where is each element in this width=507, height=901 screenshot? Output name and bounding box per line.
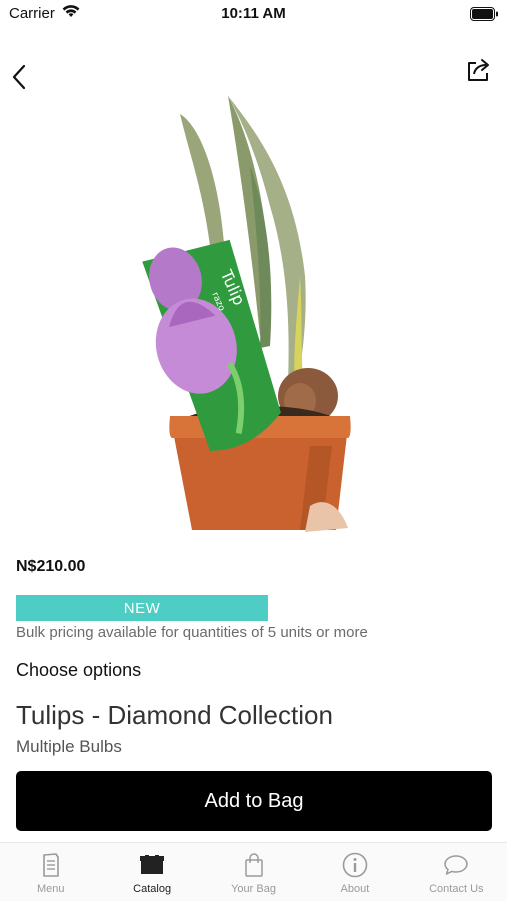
tab-label: Menu	[36, 883, 65, 895]
clock: 10:11 AM	[221, 5, 286, 22]
chevron-left-icon	[11, 63, 27, 96]
tab-label: Contact Us	[429, 883, 484, 895]
product-title: Tulips - Diamond Collection	[16, 700, 333, 730]
menu-book-icon	[38, 852, 64, 878]
tab-catalog[interactable]: Catalog	[101, 843, 202, 901]
new-badge: NEW	[16, 595, 268, 621]
choose-options-link[interactable]: Choose options	[16, 660, 141, 681]
bulk-pricing-note: Bulk pricing available for quantities of…	[16, 624, 368, 641]
tab-contact-us[interactable]: Contact Us	[406, 843, 507, 901]
tab-label: Catalog	[133, 883, 172, 895]
chat-bubble-icon	[443, 852, 469, 878]
info-icon	[342, 852, 368, 878]
product-image: Tulip razo	[100, 66, 400, 532]
tab-your-bag[interactable]: Your Bag	[203, 843, 304, 901]
tab-menu[interactable]: Menu	[0, 843, 101, 901]
battery-icon	[470, 7, 499, 26]
share-button[interactable]	[463, 56, 495, 88]
back-button[interactable]	[6, 62, 32, 96]
product-variant: Multiple Bulbs	[16, 737, 122, 756]
add-to-bag-button[interactable]: Add to Bag	[16, 771, 492, 831]
tulip-bulbs-in-pot-image: Tulip razo	[142, 96, 351, 532]
product-price: N$210.00	[16, 558, 86, 575]
share-icon	[465, 56, 493, 89]
status-bar: Carrier 10:11 AM	[0, 0, 507, 30]
tab-about[interactable]: About	[304, 843, 405, 901]
shopping-bag-icon	[241, 852, 267, 878]
tab-bar: Menu Catalog Your Bag About Contact Us	[0, 842, 507, 901]
tab-label: Your Bag	[231, 883, 276, 895]
catalog-box-icon	[139, 852, 165, 878]
tab-label: About	[340, 883, 370, 895]
